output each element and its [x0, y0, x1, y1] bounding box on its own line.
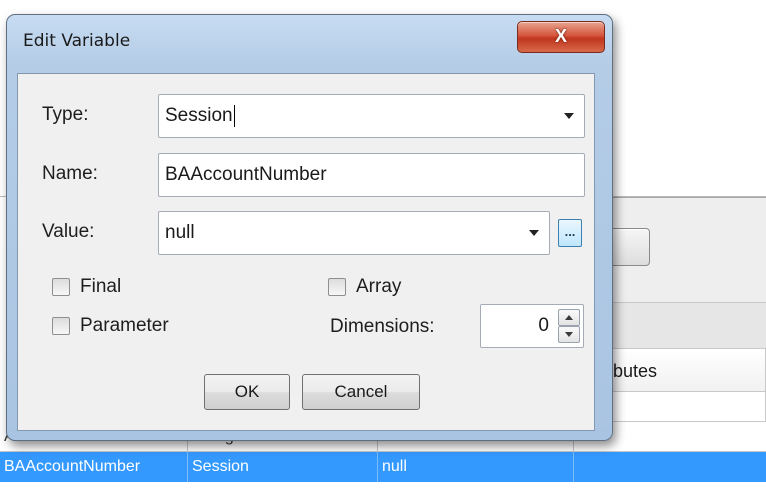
value-combobox[interactable]: null — [158, 211, 550, 255]
array-checkbox-box[interactable] — [328, 278, 346, 296]
table-header-label: ibutes — [609, 361, 658, 381]
type-label: Type: — [42, 104, 89, 125]
array-label: Array — [356, 276, 402, 297]
final-checkbox-box[interactable] — [52, 278, 70, 296]
text-cursor — [233, 104, 235, 127]
ok-button-label: OK — [234, 382, 260, 401]
chevron-down-icon[interactable] — [564, 113, 574, 119]
dialog-title: Edit Variable — [23, 31, 131, 51]
table-cell-attributes — [574, 452, 766, 482]
name-value: BAAccountNumber — [165, 164, 327, 185]
final-label: Final — [80, 276, 122, 297]
name-label: Name: — [42, 163, 98, 184]
table-header-attributes[interactable]: ibutes — [596, 348, 766, 392]
cancel-button-label: Cancel — [334, 382, 388, 401]
spin-up-button[interactable] — [558, 309, 580, 326]
dialog-client-area: Type: Session Name: BAAccountNumber Valu… — [17, 73, 595, 431]
type-value: Session — [165, 105, 233, 126]
table-cell-name: BAAccountNumber — [0, 452, 188, 482]
dimensions-spinner[interactable]: 0 — [480, 304, 584, 348]
chevron-down-icon[interactable] — [529, 230, 539, 236]
table-cell-value: null — [378, 452, 574, 482]
arrow-up-icon — [565, 315, 573, 320]
table-row-selected[interactable]: BAAccountNumber Session null — [0, 452, 766, 482]
name-field[interactable]: BAAccountNumber — [158, 153, 585, 197]
close-icon: X — [554, 26, 567, 46]
parameter-checkbox[interactable]: Parameter — [52, 315, 202, 339]
table-cell-type: Session — [188, 452, 378, 482]
ellipsis-icon: ... — [564, 224, 576, 239]
array-checkbox[interactable]: Array — [328, 276, 438, 300]
spin-down-button[interactable] — [558, 326, 580, 343]
value-label: Value: — [42, 221, 95, 242]
dimensions-value: 0 — [538, 315, 549, 336]
table-header-row-spacer — [596, 392, 766, 422]
background-toolbar — [600, 302, 766, 350]
value-browse-button[interactable]: ... — [558, 219, 582, 247]
parameter-label: Parameter — [80, 315, 169, 336]
type-combobox[interactable]: Session — [158, 94, 585, 138]
value-value: null — [165, 222, 195, 243]
cancel-button[interactable]: Cancel — [302, 374, 420, 410]
close-button[interactable]: X — [517, 21, 605, 53]
final-checkbox[interactable]: Final — [52, 276, 162, 300]
parameter-checkbox-box[interactable] — [52, 317, 70, 335]
ok-button[interactable]: OK — [204, 374, 290, 410]
arrow-down-icon — [565, 332, 573, 337]
dimensions-label: Dimensions: — [330, 316, 435, 337]
edit-variable-dialog: Edit Variable X Type: Session Name: BAAc… — [6, 14, 613, 441]
